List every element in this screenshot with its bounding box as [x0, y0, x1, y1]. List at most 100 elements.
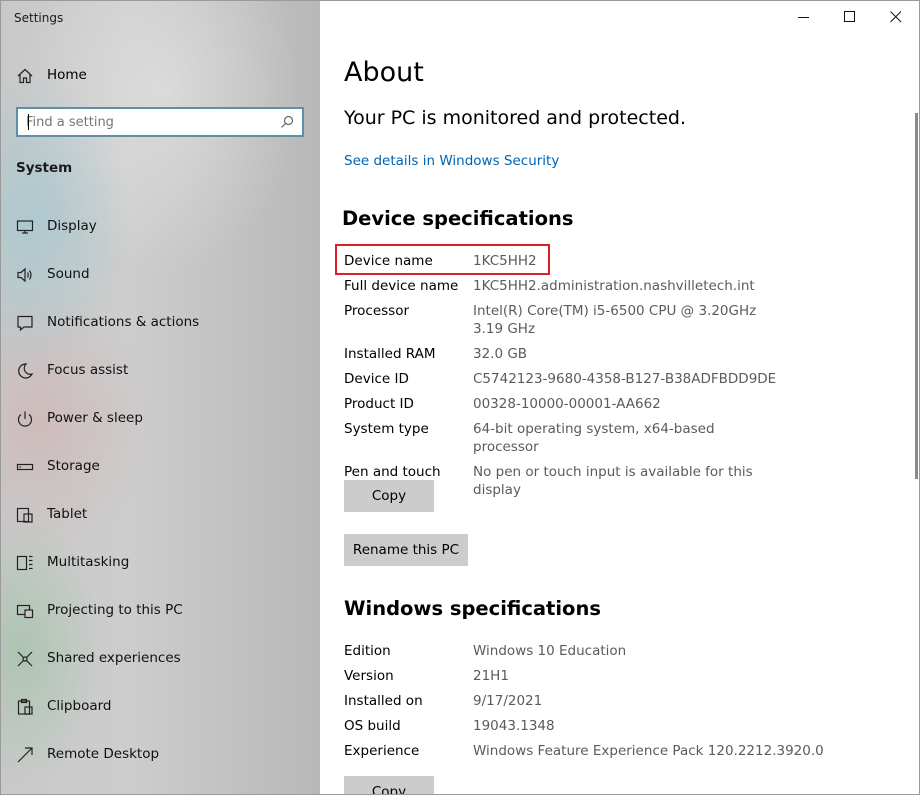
sidebar-item-shared-experiences[interactable]: Shared experiences	[1, 635, 320, 683]
sidebar-item-sound[interactable]: Sound	[1, 251, 320, 299]
spec-value: 19043.1348	[473, 718, 555, 734]
device-specs-table: Device name 1KC5HH2 Full device name 1KC…	[344, 252, 804, 506]
page-title: About	[344, 57, 424, 88]
sidebar-item-display[interactable]: Display	[1, 203, 320, 251]
sidebar-item-label: Display	[47, 218, 97, 234]
spec-key: OS build	[344, 718, 401, 734]
sidebar-item-home[interactable]: Home	[1, 57, 320, 93]
shared-experiences-icon	[17, 651, 33, 667]
spec-row-installed-on: Installed on 9/17/2021	[344, 692, 804, 710]
close-button[interactable]	[873, 1, 919, 33]
spec-row-device-id: Device ID C5742123-9680-4358-B127-B38ADF…	[344, 370, 804, 388]
spec-value: Intel(R) Core(TM) i5-6500 CPU @ 3.20GHz …	[473, 303, 770, 337]
sidebar-item-label: Focus assist	[47, 362, 129, 378]
sidebar-item-label: Power & sleep	[47, 410, 143, 426]
window-title: Settings	[14, 11, 64, 25]
sound-icon	[17, 267, 32, 283]
sidebar-item-label: Projecting to this PC	[47, 602, 183, 618]
spec-key: Processor	[344, 303, 410, 319]
display-icon	[16, 220, 34, 234]
sidebar: Settings Home System Display	[1, 1, 320, 794]
sidebar-item-clipboard[interactable]: Clipboard	[1, 683, 320, 731]
sidebar-item-label: Clipboard	[47, 698, 112, 714]
close-icon	[890, 11, 902, 23]
spec-key: Product ID	[344, 396, 414, 412]
spec-row-processor: Processor Intel(R) Core(TM) i5-6500 CPU …	[344, 302, 804, 338]
sidebar-item-label: Storage	[47, 458, 100, 474]
rename-pc-button[interactable]: Rename this PC	[344, 534, 468, 566]
search-input[interactable]	[26, 110, 276, 134]
spec-key: Device name	[344, 253, 433, 269]
protection-status: Your PC is monitored and protected.	[344, 107, 686, 129]
main-content: About Your PC is monitored and protected…	[320, 1, 919, 794]
spec-row-system-type: System type 64-bit operating system, x64…	[344, 420, 804, 456]
windows-security-link[interactable]: See details in Windows Security	[344, 153, 559, 169]
spec-row-os-build: OS build 19043.1348	[344, 717, 804, 735]
home-icon	[17, 68, 33, 84]
spec-value: 64-bit operating system, x64-based proce…	[473, 421, 715, 455]
sidebar-item-tablet[interactable]: Tablet	[1, 491, 320, 539]
spec-value: Windows Feature Experience Pack 120.2212…	[473, 743, 824, 759]
sidebar-item-projecting[interactable]: Projecting to this PC	[1, 587, 320, 635]
title-bar-controls	[781, 1, 919, 33]
tablet-icon	[16, 507, 33, 523]
power-icon	[17, 411, 33, 427]
spec-key: Full device name	[344, 278, 459, 294]
copy-device-specs-button[interactable]: Copy	[344, 480, 434, 512]
spec-key: Installed RAM	[344, 346, 436, 362]
spec-value: 21H1	[473, 668, 509, 684]
sidebar-item-label: Shared experiences	[47, 650, 181, 666]
spec-value: 1KC5HH2	[473, 253, 537, 269]
copy-windows-specs-button[interactable]: Copy	[344, 776, 434, 794]
spec-value: C5742123-9680-4358-B127-B38ADFBDD9DE	[473, 371, 777, 387]
sidebar-item-storage[interactable]: Storage	[1, 443, 320, 491]
spec-key: Installed on	[344, 693, 423, 709]
sidebar-item-multitasking[interactable]: Multitasking	[1, 539, 320, 587]
spec-row-edition: Edition Windows 10 Education	[344, 642, 804, 660]
sidebar-item-label: Sound	[47, 266, 90, 282]
device-specs-heading: Device specifications	[342, 207, 574, 230]
settings-window: Settings Home System Display	[0, 0, 920, 795]
search-icon[interactable]	[280, 115, 294, 129]
focus-assist-icon	[18, 363, 34, 379]
spec-row-device-name: Device name 1KC5HH2	[344, 252, 804, 270]
text-caret	[28, 114, 29, 130]
sidebar-item-focus-assist[interactable]: Focus assist	[1, 347, 320, 395]
spec-key: Edition	[344, 643, 391, 659]
spec-row-version: Version 21H1	[344, 667, 804, 685]
vertical-scrollbar[interactable]	[915, 113, 918, 479]
spec-row-experience: Experience Windows Feature Experience Pa…	[344, 742, 824, 760]
spec-key: Version	[344, 668, 394, 684]
sidebar-item-label: Notifications & actions	[47, 314, 200, 330]
sidebar-item-label: Home	[47, 67, 87, 83]
spec-row-product-id: Product ID 00328-10000-00001-AA662	[344, 395, 804, 413]
spec-value: Windows 10 Education	[473, 643, 627, 659]
minimize-button[interactable]	[781, 1, 827, 33]
notifications-icon	[17, 315, 33, 332]
spec-key: Device ID	[344, 371, 409, 387]
multitasking-icon	[16, 555, 33, 571]
windows-specs-heading: Windows specifications	[344, 597, 601, 620]
maximize-button[interactable]	[827, 1, 873, 33]
search-field[interactable]	[16, 107, 304, 137]
spec-value: No pen or touch input is available for t…	[473, 464, 753, 498]
sidebar-nav: Display Sound Notifications & actions Fo…	[1, 203, 320, 779]
spec-value: 00328-10000-00001-AA662	[473, 396, 661, 412]
spec-value: 1KC5HH2.administration.nashvilletech.int	[473, 278, 755, 294]
maximize-icon	[844, 11, 855, 22]
minimize-icon	[798, 17, 809, 18]
spec-key: Experience	[344, 743, 420, 759]
sidebar-item-label: Remote Desktop	[47, 746, 160, 762]
projecting-icon	[16, 604, 34, 619]
spec-row-installed-ram: Installed RAM 32.0 GB	[344, 345, 804, 363]
sidebar-item-notifications[interactable]: Notifications & actions	[1, 299, 320, 347]
section-label-system: System	[16, 160, 73, 176]
spec-value: 32.0 GB	[473, 346, 528, 362]
sidebar-item-power-sleep[interactable]: Power & sleep	[1, 395, 320, 443]
spec-key: Pen and touch	[344, 464, 441, 480]
spec-value: 9/17/2021	[473, 693, 543, 709]
sidebar-item-remote-desktop[interactable]: Remote Desktop	[1, 731, 320, 779]
spec-key: System type	[344, 421, 429, 437]
sidebar-item-label: Tablet	[47, 506, 88, 522]
clipboard-icon	[17, 698, 33, 715]
